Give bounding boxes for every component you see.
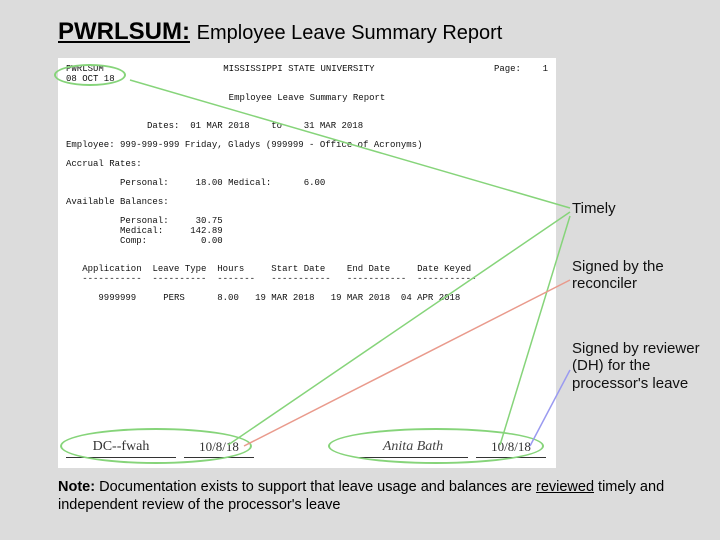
- note-label: Note:: [58, 479, 95, 495]
- employee-row: Employee: 999-999-999 Friday, Gladys (99…: [66, 140, 548, 150]
- bal-medical: Medical: 142.89: [66, 226, 548, 236]
- report-code: PWRLSUM:: [58, 18, 190, 45]
- page-num: 1: [543, 64, 548, 74]
- bal-comp: Comp: 0.00: [66, 236, 548, 246]
- oval-sig1: [60, 428, 252, 464]
- page-title: PWRLSUM: Employee Leave Summary Report: [58, 18, 502, 46]
- annot-reviewer: Signed by reviewer (DH) for the processo…: [572, 340, 702, 392]
- annot-timely: Timely: [572, 200, 702, 217]
- page-label: Page:: [494, 64, 521, 74]
- tbl-row: 9999999 PERS 8.00 19 MAR 2018 19 MAR 201…: [66, 293, 548, 303]
- dates-row: Dates: 01 MAR 2018 to 31 MAR 2018: [66, 121, 548, 131]
- bal-personal: Personal: 30.75: [66, 216, 548, 226]
- annot-reconciler: Signed by the reconciler: [572, 258, 702, 293]
- avail-label: Available Balances:: [66, 197, 548, 207]
- accrual-label: Accrual Rates:: [66, 159, 548, 169]
- print-date: 08 OCT 18: [66, 74, 548, 84]
- rpt-univ: MISSISSIPPI STATE UNIVERSITY: [223, 64, 374, 74]
- report-subtitle: Employee Leave Summary Report: [197, 22, 503, 44]
- report-heading: Employee Leave Summary Report: [66, 93, 548, 103]
- oval-sig2: [328, 428, 544, 464]
- accrual-row: Personal: 18.00 Medical: 6.00: [66, 178, 548, 188]
- footer-note: Note: Documentation exists to support th…: [58, 478, 680, 514]
- tbl-divider: ----------- ---------- ------- ---------…: [66, 274, 548, 284]
- oval-date: [54, 64, 126, 86]
- report-body: PWRLSUM MISSISSIPPI STATE UNIVERSITY Pag…: [58, 58, 556, 468]
- tbl-header: Application Leave Type Hours Start Date …: [66, 264, 548, 274]
